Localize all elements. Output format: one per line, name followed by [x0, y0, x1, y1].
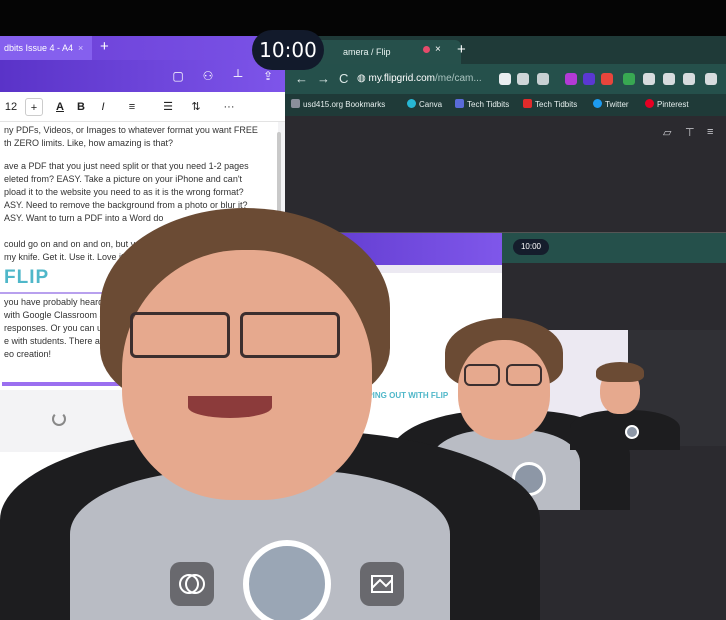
copy-icon[interactable]: ▢	[170, 68, 186, 84]
person-smile	[188, 396, 272, 418]
bold-button[interactable]: B	[74, 98, 88, 116]
text-color-button[interactable]: A	[52, 98, 68, 116]
doc-paragraph: ny PDFs, Videos, or Images to whatever f…	[4, 125, 258, 148]
twitter-icon	[593, 99, 602, 108]
new-tab-button[interactable]: +	[100, 36, 109, 58]
bookmark-label: Tech Tidbits	[467, 100, 510, 109]
bookmark-item[interactable]: Tech Tidbits	[455, 97, 509, 113]
italic-button[interactable]: I	[96, 98, 110, 116]
person-face	[122, 250, 372, 500]
sticker-icon[interactable]: ▱	[663, 126, 671, 139]
bookmark-item[interactable]: Canva	[407, 97, 442, 113]
lock-icon: ◍	[357, 73, 369, 84]
menu-icon[interactable]: ≡	[707, 126, 713, 138]
url-path: /me/cam...	[435, 73, 482, 84]
screen: dbits Issue 4 - A4 × + ▢ ⚇ ┴ ⇪ 12 + A B …	[0, 0, 726, 620]
forward-button[interactable]: →	[317, 70, 330, 88]
bookmark-item[interactable]: Twitter	[593, 97, 629, 113]
extension-icon[interactable]	[583, 73, 595, 85]
folder-icon	[291, 99, 300, 108]
tab-document-label: dbits Issue 4 - A4	[4, 43, 74, 53]
address-bar-row: ← → C ◍ my.flipgrid.com/me/cam...	[285, 64, 726, 94]
top-black-strip	[0, 0, 726, 36]
preview-person-face	[458, 340, 550, 440]
bookmark-item[interactable]: Pinterest	[645, 97, 689, 113]
reload-button[interactable]: C	[339, 70, 348, 88]
upload-icon[interactable]: ⇪	[260, 68, 276, 84]
left-tab-bar: dbits Issue 4 - A4 × +	[0, 36, 285, 60]
share-people-icon[interactable]: ⚇	[200, 68, 216, 84]
recording-dot-icon	[423, 46, 430, 53]
background-blur-button[interactable]	[360, 562, 404, 606]
text-toolbar: 12 + A B I ≡ ☰ ⇅ ···	[0, 92, 285, 122]
extension-icon[interactable]	[565, 73, 577, 85]
refresh-icon[interactable]	[52, 412, 66, 426]
doc-heading-flip: FLIP	[4, 267, 50, 288]
bookmark-label: Twitter	[605, 100, 629, 109]
bookmarks-bar: usd415.org Bookmarks Canva Tech Tidbits …	[285, 94, 726, 116]
share-icon[interactable]	[517, 73, 529, 85]
spacing-icon[interactable]: ⇅	[188, 98, 204, 116]
glasses-left-icon	[130, 312, 230, 358]
tab-close-icon[interactable]: ×	[78, 36, 83, 60]
bookmark-label: Tech Tidbits	[535, 100, 578, 109]
extension-icon[interactable]	[623, 73, 635, 85]
glasses-right-icon	[240, 312, 340, 358]
extension-icon[interactable]	[643, 73, 655, 85]
analytics-icon[interactable]: ┴	[230, 68, 246, 84]
bookmark-item[interactable]: Tech Tidbits	[523, 97, 577, 113]
browser-tab-bar: amera / Flip × +	[285, 36, 726, 64]
background-blur-icon	[371, 575, 393, 593]
effects-button[interactable]	[170, 562, 214, 606]
sidebar-icon[interactable]	[705, 73, 717, 85]
camera-icon[interactable]	[499, 73, 511, 85]
recording-timer: 10:00	[252, 30, 324, 70]
effects-icon	[179, 574, 205, 594]
list-icon[interactable]: ☰	[160, 98, 176, 116]
youtube-icon	[523, 99, 532, 108]
menu-icon[interactable]	[683, 73, 695, 85]
tab-close-icon[interactable]: ×	[435, 40, 441, 60]
new-tab-button[interactable]: +	[457, 39, 466, 61]
url-host: my.flipgrid.com	[368, 73, 436, 84]
extension-icon[interactable]	[601, 73, 613, 85]
preview-clock: 10:00	[513, 239, 549, 255]
editor-header: ▢ ⚇ ┴ ⇪	[0, 60, 285, 92]
record-button[interactable]	[243, 540, 331, 620]
nested-person-hair	[596, 362, 644, 382]
nested-record-button	[625, 425, 639, 439]
bookmark-item[interactable]: usd415.org Bookmarks	[291, 97, 385, 113]
tab-flip-label: amera / Flip	[343, 47, 391, 57]
pin-icon[interactable]: ⊤	[685, 126, 695, 139]
bookmark-label: usd415.org Bookmarks	[303, 100, 386, 109]
align-icon[interactable]: ≡	[124, 98, 140, 116]
pinterest-icon	[645, 99, 654, 108]
preview-glasses-icon	[464, 364, 500, 386]
star-icon[interactable]	[537, 73, 549, 85]
font-size-field[interactable]: 12	[2, 98, 20, 116]
preview-glasses-icon	[506, 364, 542, 386]
puzzle-icon[interactable]	[663, 73, 675, 85]
tidbits-icon	[455, 99, 464, 108]
bookmark-label: Canva	[419, 100, 443, 109]
url-field[interactable]: ◍ my.flipgrid.com/me/cam...	[357, 69, 497, 89]
back-button[interactable]: ←	[295, 70, 308, 88]
more-options-button[interactable]: ···	[220, 98, 238, 116]
increase-font-button[interactable]: +	[25, 98, 43, 116]
canva-icon	[407, 99, 416, 108]
bookmark-label: Pinterest	[657, 100, 689, 109]
